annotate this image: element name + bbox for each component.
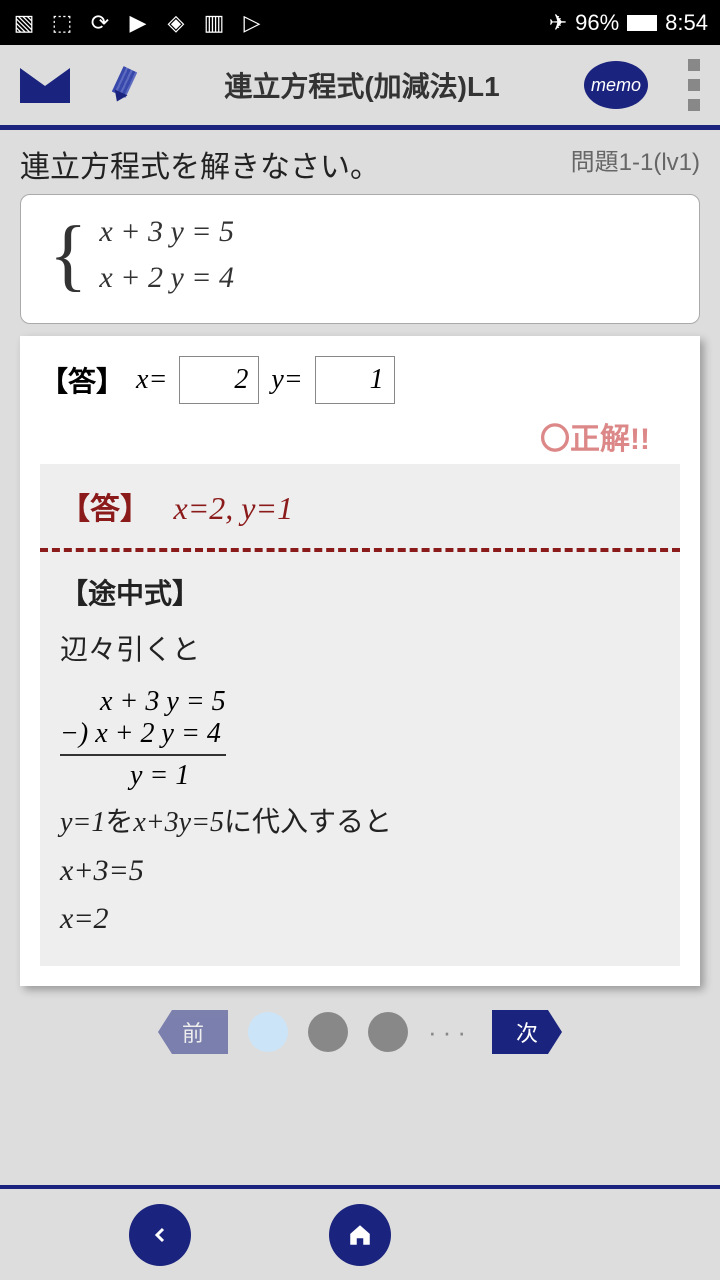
menu-icon[interactable]: [688, 59, 700, 111]
battery-text: 96%: [575, 10, 619, 36]
pencil-icon[interactable]: [110, 65, 140, 105]
airplane-icon: ✈: [549, 10, 567, 36]
refresh-icon: ⟳: [88, 11, 112, 35]
page-dot-1[interactable]: [248, 1012, 288, 1052]
nav-pager: 前 ··· 次: [20, 1010, 700, 1074]
answer-label: 【答】: [40, 360, 124, 400]
page-title: 連立方程式(加減法)L1: [180, 65, 544, 105]
step-3: x+3=5: [60, 854, 660, 888]
prev-button[interactable]: 前: [158, 1010, 228, 1054]
y-label: y=: [271, 364, 302, 396]
memo-button[interactable]: memo: [584, 61, 648, 109]
avast-icon: ⬚: [50, 11, 74, 35]
solution-box: 【答】 x=2, y=1 【途中式】 辺々引くと x + 3 y = 5 −) …: [40, 464, 680, 966]
y-input[interactable]: 1: [315, 356, 395, 404]
youtube-icon: ▶: [126, 11, 150, 35]
play-icon: ▷: [240, 11, 264, 35]
app-header: 連立方程式(加減法)L1 memo: [0, 45, 720, 130]
instruction-text: 連立方程式を解きなさい。: [20, 142, 380, 186]
battery-icon: [627, 15, 657, 31]
status-bar: ▧ ⬚ ⟳ ▶ ◈ ▥ ▷ ✈ 96% 8:54: [0, 0, 720, 45]
solution-answer-label: 【答】: [60, 493, 150, 526]
x-input[interactable]: 2: [179, 356, 259, 404]
image-icon: ▧: [12, 11, 36, 35]
subtraction-work: x + 3 y = 5 −) x + 2 y = 4 y = 1: [60, 686, 226, 792]
time-text: 8:54: [665, 10, 708, 36]
more-dots: ···: [428, 1017, 472, 1048]
correct-message: 〇正解!!: [40, 414, 650, 458]
problem-number: 問題1-1(lv1): [571, 142, 700, 177]
x-label: x=: [136, 364, 167, 396]
answer-area: 【答】 x= 2 y= 1 〇正解!! 【答】 x=2, y=1 【途中式】 辺…: [20, 336, 700, 986]
page-dot-3[interactable]: [368, 1012, 408, 1052]
step-2: y=1をx+3y=5に代入すると: [60, 800, 660, 840]
page-dot-2[interactable]: [308, 1012, 348, 1052]
home-button[interactable]: [329, 1204, 391, 1266]
steps-label: 【途中式】: [60, 572, 660, 612]
equation-2: x + 2 y = 4: [99, 261, 234, 295]
mail-icon[interactable]: [20, 68, 70, 103]
step-4: x=2: [60, 902, 660, 936]
divider: [40, 548, 680, 552]
sd-icon: ▥: [202, 11, 226, 35]
step-1: 辺々引くと: [60, 628, 660, 668]
bottom-bar: [0, 1185, 720, 1280]
solution-answer-text: x=2, y=1: [174, 490, 294, 526]
back-button[interactable]: [129, 1204, 191, 1266]
next-button[interactable]: 次: [492, 1010, 562, 1054]
equation-1: x + 3 y = 5: [99, 215, 234, 249]
shield-icon: ◈: [164, 11, 188, 35]
problem-equations: { x + 3 y = 5 x + 2 y = 4: [20, 194, 700, 324]
